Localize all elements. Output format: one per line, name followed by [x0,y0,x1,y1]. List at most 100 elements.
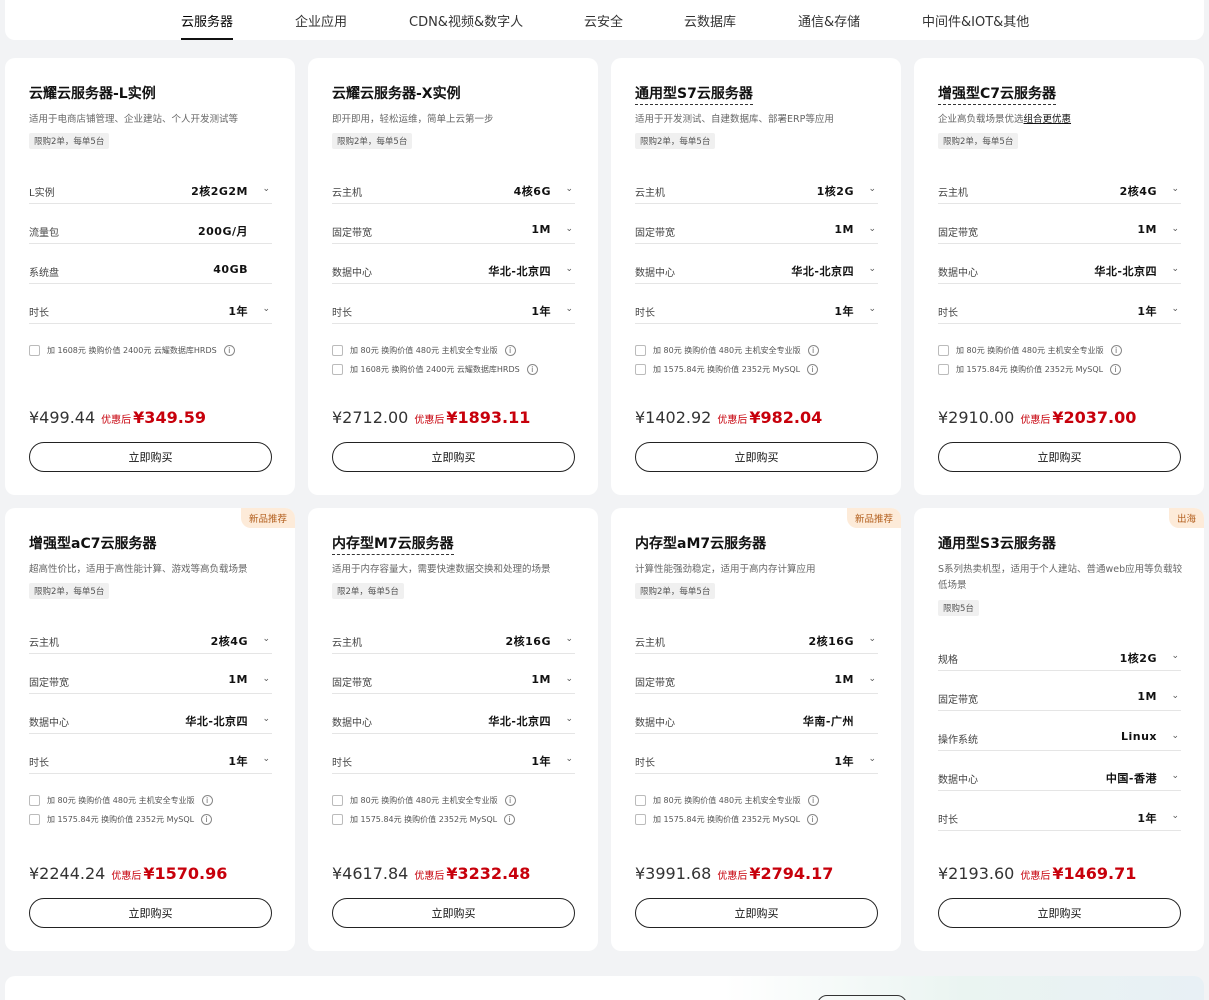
spec-row[interactable]: L实例 2核2G2M ⌄ [29,180,272,204]
spec-row[interactable]: 固定带宽 1M ⌄ [635,670,878,694]
tab-4[interactable]: 云数据库 [684,0,736,40]
chevron-down-icon[interactable]: ⌄ [565,264,573,274]
addon-checkbox[interactable] [332,794,343,806]
info-icon[interactable]: i [201,813,213,825]
info-icon[interactable]: i [807,794,819,806]
spec-row[interactable]: 规格 1核2G ⌄ [938,647,1181,671]
buy-now-button[interactable]: 立即购买 [635,898,878,928]
addon-option[interactable]: 加 80元 换购价值 480元 主机安全专业版 i [938,343,1122,357]
desc-link[interactable]: 组合更优惠 [1024,114,1072,125]
info-icon[interactable]: i [504,344,516,356]
tab-1[interactable]: 企业应用 [295,0,347,40]
chevron-down-icon[interactable]: ⌄ [262,754,270,764]
chevron-down-icon[interactable]: ⌄ [1171,224,1179,234]
chevron-down-icon[interactable]: ⌄ [1171,811,1179,821]
buy-now-button[interactable]: 立即购买 [332,898,575,928]
tab-6[interactable]: 中间件&IOT&其他 [922,0,1029,40]
chevron-down-icon[interactable]: ⌄ [565,634,573,644]
chevron-down-icon[interactable]: ⌄ [1171,651,1179,661]
addon-option[interactable]: 加 1575.84元 换购价值 2352元 MySQL i [635,812,819,826]
addon-checkbox[interactable] [29,344,40,356]
addon-option[interactable]: 加 1575.84元 换购价值 2352元 MySQL i [332,812,516,826]
spec-row[interactable]: 时长 1年 ⌄ [938,807,1181,831]
spec-row[interactable]: 时长 1年 ⌄ [635,300,878,324]
addon-option[interactable]: 加 80元 换购价值 480元 主机安全专业版 i [332,343,516,357]
spec-row[interactable]: 固定带宽 1M ⌄ [29,670,272,694]
addon-checkbox[interactable] [635,794,646,806]
addon-option[interactable]: 加 1575.84元 换购价值 2352元 MySQL i [635,362,819,376]
spec-row[interactable]: 云主机 2核4G ⌄ [938,180,1181,204]
spec-row[interactable]: 固定带宽 1M ⌄ [938,687,1181,711]
spec-row[interactable]: 数据中心 华北-北京四 ⌄ [29,710,272,734]
chevron-down-icon[interactable]: ⌄ [1171,771,1179,781]
chevron-down-icon[interactable]: ⌄ [868,184,876,194]
chevron-down-icon[interactable]: ⌄ [262,184,270,194]
spec-row[interactable]: 数据中心 中国-香港 ⌄ [938,767,1181,791]
addon-option[interactable]: 加 80元 换购价值 480元 主机安全专业版 i [29,793,213,807]
buy-now-button[interactable]: 立即购买 [29,898,272,928]
chevron-down-icon[interactable]: ⌄ [868,674,876,684]
spec-row[interactable]: 数据中心 华北-北京四 ⌄ [332,710,575,734]
addon-option[interactable]: 加 1608元 换购价值 2400元 云耀数据库HRDS i [29,343,235,357]
chevron-down-icon[interactable]: ⌄ [868,224,876,234]
spec-row[interactable]: 数据中心 华北-北京四 ⌄ [938,260,1181,284]
addon-checkbox[interactable] [29,813,40,825]
addon-checkbox[interactable] [635,813,646,825]
tab-2[interactable]: CDN&视频&数字人 [409,0,523,40]
chevron-down-icon[interactable]: ⌄ [565,674,573,684]
chevron-down-icon[interactable]: ⌄ [565,304,573,314]
chevron-down-icon[interactable]: ⌄ [262,674,270,684]
spec-row[interactable]: 时长 1年 ⌄ [635,750,878,774]
spec-row[interactable]: 固定带宽 1M ⌄ [938,220,1181,244]
info-icon[interactable]: i [201,794,213,806]
addon-checkbox[interactable] [635,363,646,375]
chevron-down-icon[interactable]: ⌄ [262,714,270,724]
buy-now-button[interactable]: 立即购买 [332,442,575,472]
card-title[interactable]: 增强型C7云服务器 [938,83,1057,105]
chevron-down-icon[interactable]: ⌄ [868,634,876,644]
tab-0[interactable]: 云服务器 [181,0,234,40]
spec-row[interactable]: 时长 1年 ⌄ [332,750,575,774]
spec-row[interactable]: 固定带宽 1M ⌄ [332,220,575,244]
addon-option[interactable]: 加 1575.84元 换购价值 2352元 MySQL i [29,812,213,826]
info-icon[interactable]: i [223,344,235,356]
buy-now-button[interactable]: 立即购买 [29,442,272,472]
card-title[interactable]: 内存型M7云服务器 [332,533,454,555]
addon-option[interactable]: 加 80元 换购价值 480元 主机安全专业版 i [635,793,819,807]
addon-checkbox[interactable] [332,813,343,825]
info-icon[interactable]: i [807,363,819,375]
spec-row[interactable]: 时长 1年 ⌄ [29,750,272,774]
info-icon[interactable]: i [1110,344,1122,356]
addon-checkbox[interactable] [635,344,646,356]
addon-checkbox[interactable] [938,344,949,356]
tab-5[interactable]: 通信&存储 [798,0,860,40]
spec-row[interactable]: 云主机 4核6G ⌄ [332,180,575,204]
info-icon[interactable]: i [807,813,819,825]
spec-row[interactable]: 固定带宽 1M ⌄ [635,220,878,244]
chevron-down-icon[interactable]: ⌄ [1171,304,1179,314]
spec-row[interactable]: 操作系统 Linux ⌄ [938,727,1181,751]
chevron-down-icon[interactable]: ⌄ [565,714,573,724]
addon-checkbox[interactable] [332,363,343,375]
chevron-down-icon[interactable]: ⌄ [1171,184,1179,194]
spec-row[interactable]: 时长 1年 ⌄ [332,300,575,324]
banner-button[interactable] [817,995,907,1000]
chevron-down-icon[interactable]: ⌄ [262,304,270,314]
addon-option[interactable]: 加 1575.84元 换购价值 2352元 MySQL i [938,362,1122,376]
chevron-down-icon[interactable]: ⌄ [1171,731,1179,741]
addon-checkbox[interactable] [29,794,40,806]
buy-now-button[interactable]: 立即购买 [635,442,878,472]
addon-checkbox[interactable] [332,344,343,356]
spec-row[interactable]: 云主机 1核2G ⌄ [635,180,878,204]
tab-3[interactable]: 云安全 [584,0,623,40]
spec-row[interactable]: 云主机 2核16G ⌄ [332,630,575,654]
chevron-down-icon[interactable]: ⌄ [262,634,270,644]
spec-row[interactable]: 云主机 2核16G ⌄ [635,630,878,654]
info-icon[interactable]: i [1110,363,1122,375]
spec-row[interactable]: 数据中心 华北-北京四 ⌄ [635,260,878,284]
chevron-down-icon[interactable]: ⌄ [565,224,573,234]
info-icon[interactable]: i [807,344,819,356]
chevron-down-icon[interactable]: ⌄ [868,304,876,314]
info-icon[interactable]: i [504,813,516,825]
chevron-down-icon[interactable]: ⌄ [565,184,573,194]
